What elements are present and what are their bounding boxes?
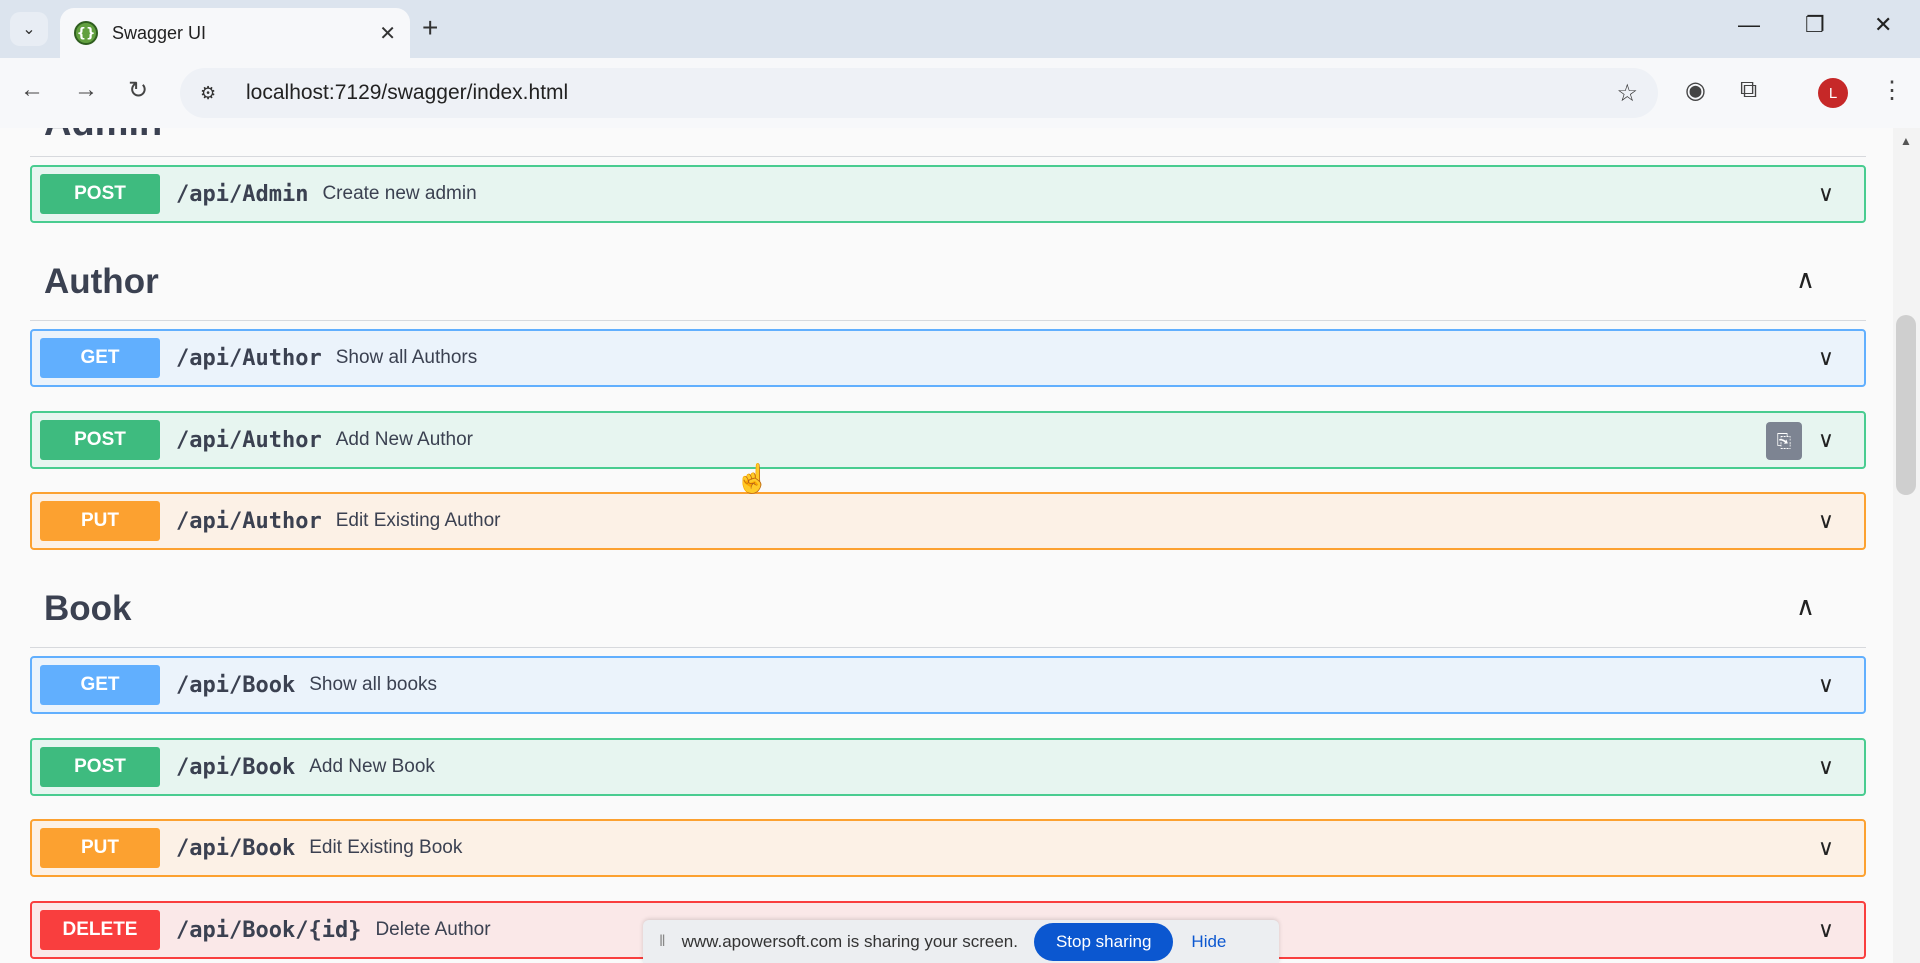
swagger-favicon-icon: {} — [74, 21, 98, 45]
operation-path: /api/Book/{id} — [176, 917, 362, 943]
arrow-right-icon[interactable]: → — [74, 76, 98, 104]
chevron-down-icon[interactable]: ∨ — [1818, 181, 1834, 207]
reload-icon[interactable]: ↻ — [128, 76, 148, 105]
section-divider — [30, 156, 1866, 157]
hide-button[interactable]: Hide — [1191, 932, 1226, 952]
method-badge: PUT — [40, 501, 160, 541]
scrollbar-thumb[interactable] — [1896, 315, 1916, 495]
chevron-down-icon[interactable]: ∨ — [1818, 917, 1834, 943]
operation-summary: Create new admin — [322, 183, 477, 204]
method-badge: POST — [40, 174, 160, 214]
operation-post-author[interactable]: POST /api/Author Add New Author ⎘ ∨ — [30, 411, 1866, 469]
scroll-up-icon[interactable]: ▲ — [1900, 134, 1912, 148]
chevron-down-icon[interactable]: ∨ — [1818, 754, 1834, 780]
browser-tab[interactable]: {} Swagger UI ✕ — [60, 8, 410, 58]
page-scrollbar[interactable] — [1893, 128, 1920, 963]
operation-path: /api/Author — [176, 508, 322, 534]
chevron-down-icon[interactable]: ∨ — [1818, 427, 1834, 453]
method-badge: PUT — [40, 828, 160, 868]
chevron-down-icon: ⌄ — [22, 21, 36, 38]
operation-post-book[interactable]: POST /api/Book Add New Book ∨ — [30, 738, 1866, 796]
tune-icon[interactable]: ⚙ — [200, 83, 222, 104]
section-divider — [30, 647, 1866, 648]
section-title-book[interactable]: Book — [44, 589, 132, 629]
restore-icon[interactable]: ❐ — [1805, 12, 1825, 38]
puzzle-icon[interactable]: ⧉ — [1740, 76, 1757, 104]
tab-search-button[interactable]: ⌄ — [10, 12, 48, 46]
browser-toolbar: ← → ↻ ⚙ localhost:7129/swagger/index.htm… — [0, 58, 1920, 128]
address-bar[interactable]: ⚙ localhost:7129/swagger/index.html ☆ — [180, 68, 1658, 118]
chevron-down-icon[interactable]: ∨ — [1818, 345, 1834, 371]
section-divider — [30, 320, 1866, 321]
operation-summary: Show all books — [309, 674, 438, 695]
tab-strip: ⌄ {} Swagger UI ✕ + — ❐ ✕ — [0, 0, 1920, 58]
hand-cursor-icon: ☝ — [735, 463, 770, 494]
url-text[interactable]: localhost:7129/swagger/index.html — [246, 81, 1616, 105]
swagger-page: Admin POST /api/Admin Create new admin ∨… — [0, 128, 1893, 963]
operation-put-author[interactable]: PUT /api/Author Edit Existing Author ∨ — [30, 492, 1866, 550]
operation-summary: Show all Authors — [335, 347, 478, 368]
kebab-icon[interactable]: ⋮ — [1880, 76, 1904, 105]
chevron-up-icon[interactable]: ∧ — [1796, 264, 1815, 295]
operation-summary: Edit Existing Author — [335, 510, 501, 531]
method-badge: DELETE — [40, 910, 160, 950]
section-title-admin[interactable]: Admin — [44, 128, 162, 145]
minimize-icon[interactable]: — — [1738, 12, 1760, 38]
operation-get-author[interactable]: GET /api/Author Show all Authors ∨ — [30, 329, 1866, 387]
copy-icon[interactable]: ⎘ — [1766, 422, 1802, 460]
operation-path: /api/Author — [176, 427, 322, 453]
method-badge: GET — [40, 338, 160, 378]
window-close-icon[interactable]: ✕ — [1874, 12, 1892, 38]
operation-path: /api/Book — [176, 672, 296, 698]
operation-summary: Delete Author — [375, 919, 491, 940]
avatar[interactable]: L — [1818, 78, 1848, 108]
drag-handle-icon[interactable]: ‖ — [659, 933, 666, 951]
operation-path: /api/Book — [176, 754, 296, 780]
method-badge: GET — [40, 665, 160, 705]
operation-summary: Edit Existing Book — [309, 837, 463, 858]
section-title-author[interactable]: Author — [44, 262, 159, 302]
stop-sharing-button[interactable]: Stop sharing — [1033, 922, 1174, 961]
operation-summary: Add New Author — [335, 429, 474, 450]
chevron-down-icon[interactable]: ∨ — [1818, 672, 1834, 698]
robot-icon[interactable]: ◉ — [1685, 76, 1706, 105]
close-icon[interactable]: ✕ — [379, 21, 396, 46]
operation-path: /api/Book — [176, 835, 296, 861]
arrow-left-icon[interactable]: ← — [20, 76, 44, 104]
method-badge: POST — [40, 420, 160, 460]
chevron-down-icon[interactable]: ∨ — [1818, 508, 1834, 534]
screen-share-bar: ‖ www.apowersoft.com is sharing your scr… — [643, 920, 1279, 963]
operation-get-book[interactable]: GET /api/Book Show all books ∨ — [30, 656, 1866, 714]
method-badge: POST — [40, 747, 160, 787]
operation-post-admin[interactable]: POST /api/Admin Create new admin ∨ — [30, 165, 1866, 223]
share-message: www.apowersoft.com is sharing your scree… — [681, 931, 1018, 951]
operation-path: /api/Author — [176, 345, 322, 371]
operation-put-book[interactable]: PUT /api/Book Edit Existing Book ∨ — [30, 819, 1866, 877]
operation-path: /api/Admin — [176, 181, 309, 207]
tab-title: Swagger UI — [112, 22, 207, 43]
star-icon[interactable]: ☆ — [1616, 79, 1638, 108]
plus-icon[interactable]: + — [422, 12, 438, 44]
operation-summary: Add New Book — [309, 756, 435, 777]
chevron-down-icon[interactable]: ∨ — [1818, 835, 1834, 861]
chevron-up-icon[interactable]: ∧ — [1796, 591, 1815, 622]
